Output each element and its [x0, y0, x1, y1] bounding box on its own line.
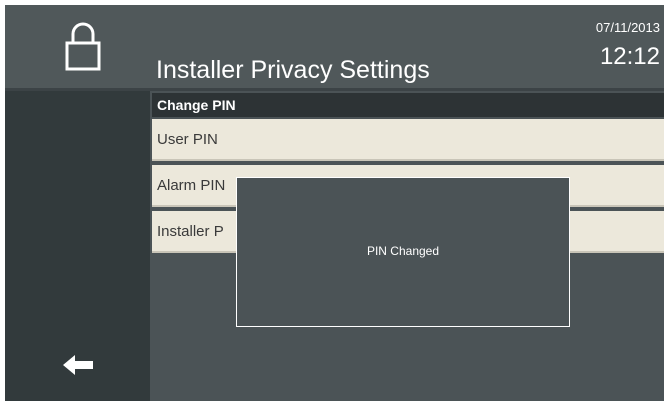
header-bar: Installer Privacy Settings 07/11/2013 12… — [5, 5, 664, 91]
sidebar — [5, 91, 150, 401]
section-header-change-pin: Change PIN — [152, 93, 664, 117]
pin-changed-dialog[interactable]: PIN Changed — [236, 177, 570, 327]
list-item-user-pin[interactable]: User PIN — [152, 119, 664, 161]
dialog-message: PIN Changed — [366, 244, 440, 258]
left-arrow-icon[interactable] — [63, 353, 95, 377]
time-display: 12:12 — [599, 43, 660, 70]
device-screen: Installer Privacy Settings 07/11/2013 12… — [5, 5, 664, 401]
date-display: 07/11/2013 — [595, 20, 660, 35]
page-title: Installer Privacy Settings — [156, 56, 430, 84]
padlock-icon[interactable] — [65, 21, 101, 71]
